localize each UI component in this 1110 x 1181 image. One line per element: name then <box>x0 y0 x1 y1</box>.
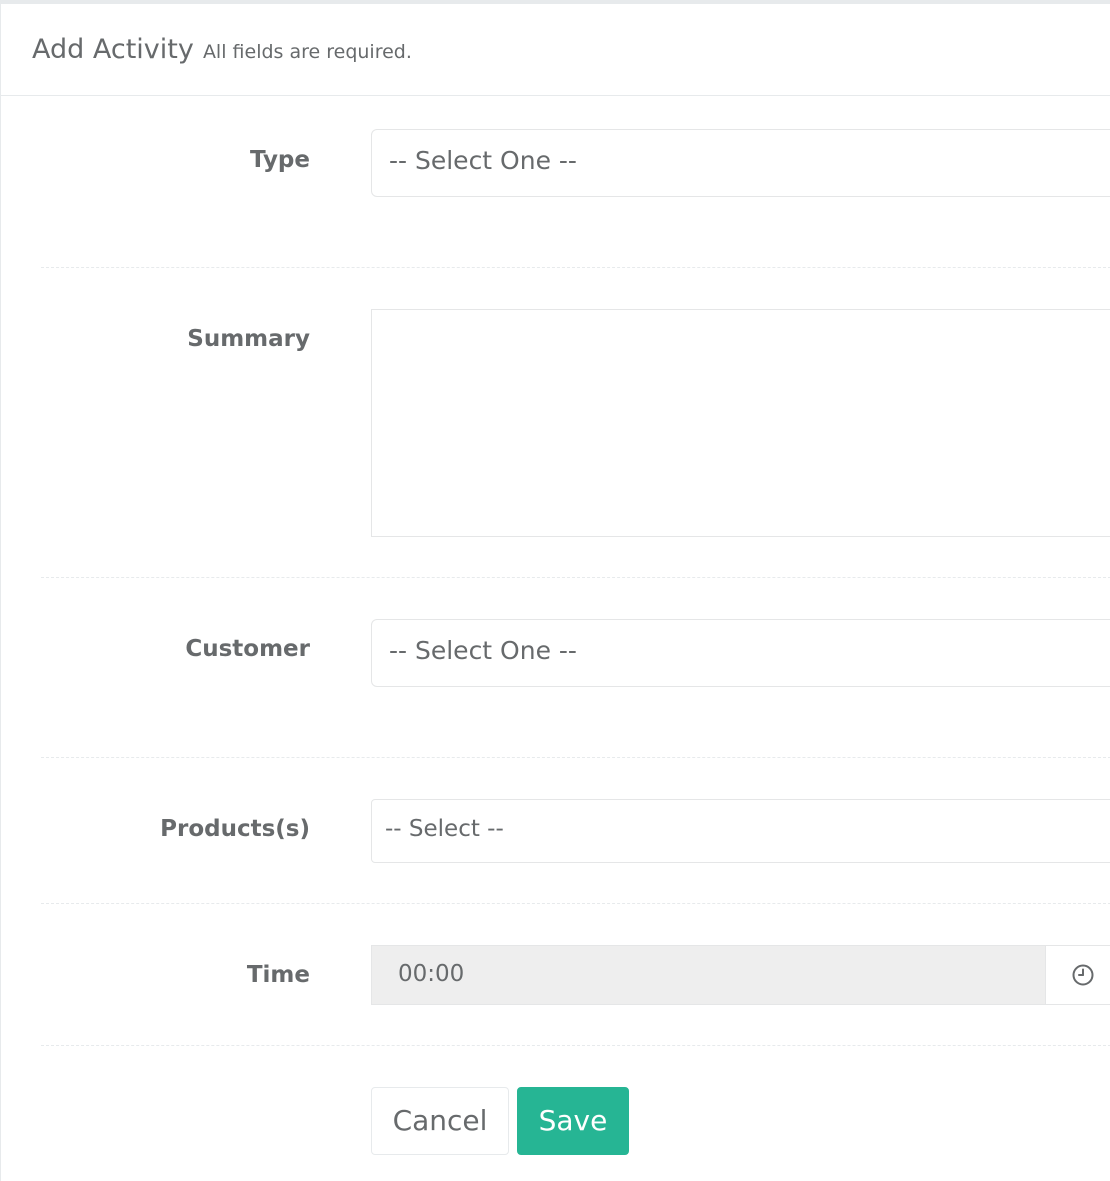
type-label: Type <box>249 147 310 173</box>
time-label: Time <box>246 962 310 988</box>
time-input[interactable]: 00:00 <box>371 945 1046 1005</box>
products-multiselect[interactable]: -- Select -- <box>371 799 1110 863</box>
divider <box>41 903 1110 904</box>
add-activity-panel: Add Activity All fields are required. Ty… <box>0 0 1110 1181</box>
type-select[interactable]: -- Select One -- <box>371 129 1110 197</box>
cancel-button[interactable]: Cancel <box>371 1087 509 1155</box>
summary-textarea[interactable] <box>371 309 1110 537</box>
products-label: Products(s) <box>160 816 310 842</box>
customer-label: Customer <box>185 636 310 662</box>
time-picker-button[interactable] <box>1045 945 1110 1005</box>
divider <box>41 267 1110 268</box>
customer-select[interactable]: -- Select One -- <box>371 619 1110 687</box>
save-button[interactable]: Save <box>517 1087 629 1155</box>
divider <box>41 757 1110 758</box>
clock-icon <box>1072 964 1094 986</box>
divider <box>41 577 1110 578</box>
panel-header: Add Activity All fields are required. <box>1 4 1110 96</box>
divider <box>41 1045 1110 1046</box>
page-title: Add Activity <box>32 34 194 65</box>
summary-label: Summary <box>187 326 310 352</box>
page-subtitle: All fields are required. <box>202 41 412 63</box>
